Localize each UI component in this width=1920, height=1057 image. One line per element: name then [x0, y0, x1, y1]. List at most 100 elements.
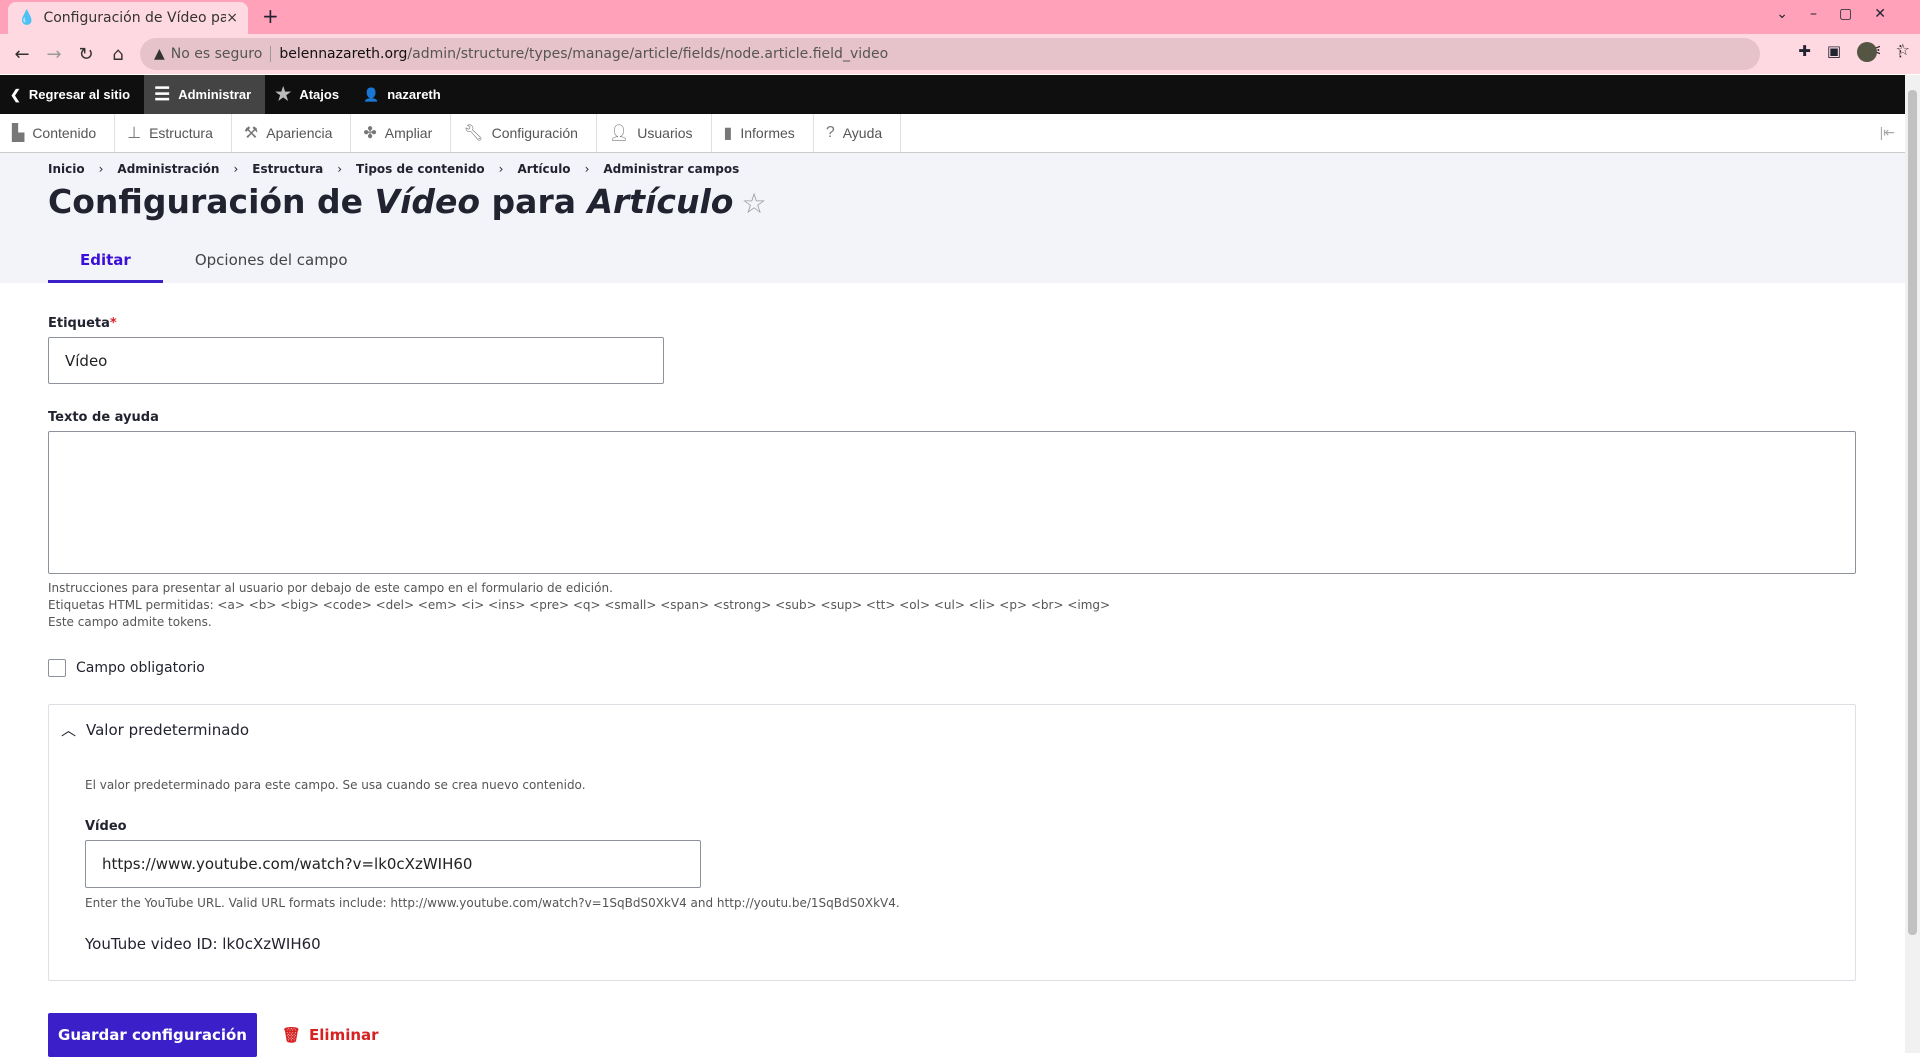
tab-title: Configuración de Vídeo para Artículo — [43, 10, 227, 26]
favorite-star-icon[interactable]: ☆ — [741, 187, 766, 220]
admin-tray: ▙ Contenido ⊥ Estructura ⚒ Apariencia ✤ Ampl… — [0, 114, 1905, 153]
url-path: /admin/structure/types/manage/article/fi… — [407, 46, 889, 62]
desc-line: Etiquetas HTML permitidas: <a> <b> <big>… — [48, 598, 1111, 612]
tab-edit[interactable]: Editar — [48, 245, 163, 283]
url-bar[interactable]: ▲ No es seguro belennazareth.org/admin/s… — [140, 38, 1760, 70]
required-mark: * — [109, 316, 117, 331]
tray-item-structure[interactable]: ⊥ Estructura — [115, 114, 232, 152]
breadcrumb-link[interactable]: Estructura — [252, 162, 323, 176]
url-domain: belennazareth.org — [279, 46, 408, 62]
reload-icon[interactable]: ↻ — [70, 44, 102, 65]
brush-icon: ⚒ — [243, 125, 259, 142]
tray-item-help[interactable]: ? Ayuda — [814, 114, 902, 152]
desc-line: Instrucciones para presentar al usuario … — [48, 581, 613, 595]
summary-label: Valor predeterminado — [86, 720, 250, 739]
sidepanel-icon[interactable]: ▣ — [1827, 42, 1841, 62]
tray-item-people[interactable]: 👤︎ Usuarios — [597, 114, 712, 152]
breadcrumb-link[interactable]: Administración — [117, 162, 219, 176]
user-link[interactable]: 👤 nazareth — [353, 75, 455, 114]
default-description: El valor predeterminado para este campo.… — [85, 778, 586, 792]
puzzle-icon: ✤ — [363, 125, 377, 142]
admin-toolbar: ❮ Regresar al sitio ☰ Administrar ★ Atajos … — [0, 75, 1905, 114]
scrollbar-thumb[interactable] — [1908, 90, 1917, 935]
required-checkbox[interactable] — [48, 659, 66, 677]
save-settings-button[interactable]: Guardar configuración — [48, 1013, 257, 1057]
label-text: Etiqueta — [48, 316, 110, 331]
label: Contenido — [32, 125, 97, 141]
forward-icon[interactable]: → — [38, 44, 70, 65]
close-tab-icon[interactable]: × — [226, 10, 238, 26]
sitemap-icon: ⊥ — [127, 125, 142, 142]
help-text-textarea[interactable] — [48, 431, 1856, 574]
home-icon[interactable]: ⌂ — [102, 44, 134, 65]
star-icon: ★ — [275, 84, 292, 104]
warning-icon: ▲ — [154, 46, 165, 62]
help-text-label: Texto de ayuda — [48, 410, 159, 425]
manage-link[interactable]: ☰ Administrar — [144, 75, 266, 114]
desc-line: Este campo admite tokens. — [48, 615, 212, 629]
details-summary[interactable]: ︿ Valor predeterminado — [61, 719, 249, 740]
hamburger-icon: ☰ — [154, 84, 171, 104]
back-to-site-link[interactable]: ❮ Regresar al sitio — [0, 75, 144, 114]
label: Apariencia — [266, 125, 333, 141]
people-icon: 👤︎ — [608, 125, 630, 142]
address-bar-row: ← → ↻ ⌂ ▲ No es seguro belennazareth.org… — [0, 34, 1920, 74]
label-input[interactable]: Vídeo — [48, 337, 664, 384]
checkbox-label: Campo obligatorio — [76, 660, 205, 676]
profile-avatar[interactable] — [1857, 42, 1877, 62]
breadcrumb: Inicio › Administración › Estructura › Tipo… — [48, 162, 740, 176]
browser-tab[interactable]: 💧 Configuración de Vídeo para Artículo × — [8, 2, 248, 34]
default-value-details: ︿ Valor predeterminado El valor predeterm… — [48, 704, 1856, 981]
document-icon: ▙ — [12, 125, 25, 142]
drupal-favicon-icon: 💧 — [18, 10, 36, 26]
video-label: Vídeo — [85, 819, 127, 834]
window-controls[interactable]: ⌄–▢✕ — [1776, 6, 1908, 22]
browser-tab-bar: 💧 Configuración de Vídeo para Artículo ×… — [0, 0, 1920, 34]
label: Usuarios — [637, 125, 693, 141]
required-field-checkbox-row[interactable]: Campo obligatorio — [48, 659, 205, 677]
new-tab-button[interactable]: + — [262, 4, 279, 28]
breadcrumb-link[interactable]: Inicio — [48, 162, 85, 176]
extensions-icon[interactable]: ✚ — [1798, 42, 1811, 62]
title-field: Vídeo — [374, 182, 481, 221]
tray-item-content[interactable]: ▙ Contenido — [0, 114, 116, 152]
bar-chart-icon: ▮ — [723, 125, 733, 142]
trash-icon: 🗑︎ — [282, 1026, 302, 1044]
tray-item-extend[interactable]: ✤ Ampliar — [351, 114, 452, 152]
video-url-input[interactable]: https://www.youtube.com/watch?v=lk0cXzWI… — [85, 840, 701, 888]
label: Atajos — [299, 87, 340, 102]
shortcuts-link[interactable]: ★ Atajos — [265, 75, 353, 114]
label-field-label: Etiqueta* — [48, 316, 117, 331]
label: Administrar — [178, 87, 252, 102]
breadcrumb-link[interactable]: Administrar campos — [603, 162, 739, 176]
label: Estructura — [149, 125, 213, 141]
chevron-up-icon: ︿ — [61, 721, 77, 739]
title-mid: para — [480, 182, 588, 221]
tray-item-config[interactable]: 🔧︎ Configuración — [451, 114, 597, 152]
collapse-tray-icon[interactable]: |⇤ — [1880, 124, 1895, 141]
label: nazareth — [387, 87, 441, 102]
menu-icon[interactable]: ⋮ — [1893, 42, 1908, 62]
user-icon: 👤 — [363, 86, 380, 102]
video-help: Enter the YouTube URL. Valid URL formats… — [85, 896, 900, 910]
help-description: Instrucciones para presentar al usuario … — [48, 580, 1110, 631]
tray-item-appearance[interactable]: ⚒ Apariencia — [232, 114, 352, 152]
title-prefix: Configuración de — [48, 182, 375, 221]
page-title: Configuración de Vídeo para Artículo ☆ — [48, 182, 767, 221]
label: Informes — [740, 125, 795, 141]
help-icon: ? — [825, 124, 835, 141]
delete-label: Eliminar — [309, 1026, 379, 1044]
breadcrumb-link[interactable]: Artículo — [517, 162, 570, 176]
back-icon[interactable]: ← — [6, 44, 38, 65]
label: Ampliar — [384, 125, 433, 141]
local-tabs: Editar Opciones del campo — [48, 245, 380, 283]
delete-link[interactable]: 🗑︎ Eliminar — [282, 1026, 379, 1044]
label: Regresar al sitio — [28, 87, 131, 102]
title-type: Artículo — [587, 182, 734, 221]
breadcrumb-link[interactable]: Tipos de contenido — [356, 162, 485, 176]
label: Configuración — [491, 125, 578, 141]
label: Ayuda — [842, 125, 883, 141]
tab-field-options[interactable]: Opciones del campo — [163, 245, 380, 283]
chevron-left-circle-icon: ❮ — [10, 86, 21, 102]
tray-item-reports[interactable]: ▮ Informes — [712, 114, 814, 152]
